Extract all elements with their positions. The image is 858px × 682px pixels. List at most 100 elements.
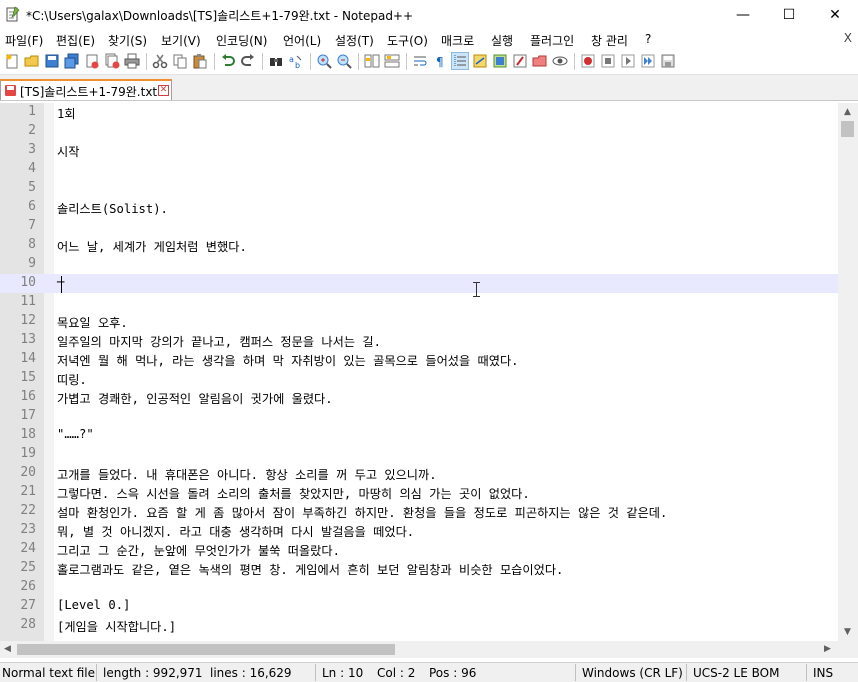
notepadpp-app-icon: [6, 6, 20, 22]
menu-encoding[interactable]: 인코딩(N): [216, 32, 267, 49]
editor-line[interactable]: 26: [0, 578, 838, 597]
tab-bar: [TS]솔리스트+1-79완.txt ✕: [0, 75, 858, 101]
menu-tools[interactable]: 도구(O): [387, 32, 428, 49]
status-eol-format[interactable]: Windows (CR LF): [582, 666, 683, 680]
editor-line[interactable]: 27 [Level 0.]: [0, 597, 838, 616]
play-macro-icon[interactable]: [620, 53, 636, 69]
editor-line[interactable]: 3 시작: [0, 141, 838, 160]
editor-line[interactable]: 8 어느 날, 세계가 게임처럼 변했다.: [0, 236, 838, 255]
tab-document[interactable]: [TS]솔리스트+1-79완.txt ✕: [0, 79, 172, 100]
menu-view[interactable]: 보기(V): [161, 32, 201, 49]
save-macro-icon[interactable]: [660, 53, 676, 69]
horizontal-scroll-thumb[interactable]: [17, 644, 395, 655]
open-file-icon[interactable]: [24, 53, 40, 69]
text-editor[interactable]: 1 1회 2 3 시작 4 5 6 솔리스트(Solist). 7 8 어느 날, 세계가 게임처럼 …: [0, 103, 838, 641]
maximize-button[interactable]: ☐: [766, 0, 812, 29]
scroll-down-icon[interactable]: ▼: [844, 627, 851, 637]
find-icon[interactable]: [268, 53, 284, 69]
stop-macro-icon[interactable]: [600, 53, 616, 69]
editor-line[interactable]: 11: [0, 293, 838, 312]
print-icon[interactable]: [124, 53, 140, 69]
editor-line[interactable]: 15 띠링.: [0, 369, 838, 388]
vertical-scroll-thumb[interactable]: [841, 121, 854, 137]
menu-run[interactable]: 실행: [491, 32, 513, 49]
scroll-left-icon[interactable]: ◀: [4, 644, 11, 654]
line-number: 25: [20, 560, 36, 575]
editor-line[interactable]: 13 일주일의 마지막 강의가 끝나고, 캠퍼스 정문을 나서는 길.: [0, 331, 838, 350]
minimize-button[interactable]: —: [720, 0, 766, 29]
editor-line[interactable]: 22 설마 환청인가. 요즘 할 게 좀 많아서 잠이 부족하긴 하지만. 환청을…: [0, 502, 838, 521]
editor-line[interactable]: 6 솔리스트(Solist).: [0, 198, 838, 217]
function-list-icon[interactable]: [512, 53, 528, 69]
editor-line[interactable]: 17: [0, 407, 838, 426]
vertical-scrollbar[interactable]: ▲ ▼: [838, 103, 858, 641]
editor-line[interactable]: 5: [0, 179, 838, 198]
menu-edit[interactable]: 편집(E): [56, 32, 95, 49]
editor-line[interactable]: 24 그리고 그 순간, 눈앞에 무엇인가가 불쑥 떠올랐다.: [0, 540, 838, 559]
menu-window[interactable]: 창 관리: [591, 32, 628, 49]
menu-macro[interactable]: 매크로: [441, 32, 474, 49]
close-all-icon[interactable]: [104, 53, 120, 69]
tab-close-icon[interactable]: ✕: [158, 85, 169, 96]
editor-line[interactable]: 18 "……?": [0, 426, 838, 445]
menu-settings[interactable]: 설정(T): [335, 32, 374, 49]
record-macro-icon[interactable]: [580, 53, 596, 69]
editor-line[interactable]: 10─: [0, 274, 838, 293]
redo-icon[interactable]: [240, 53, 256, 69]
copy-icon[interactable]: [172, 53, 188, 69]
zoom-in-icon[interactable]: [316, 53, 332, 69]
monitoring-icon[interactable]: [552, 53, 568, 69]
editor-line[interactable]: 23 뭐, 별 것 아니겠지. 라고 대충 생각하며 다시 발걸음을 떼었다.: [0, 521, 838, 540]
line-number: 13: [20, 332, 36, 347]
editor-line[interactable]: 16 가볍고 경쾌한, 인공적인 알림음이 귓가에 울렸다.: [0, 388, 838, 407]
editor-line[interactable]: 19: [0, 445, 838, 464]
save-icon[interactable]: [44, 53, 60, 69]
editor-line[interactable]: 2: [0, 122, 838, 141]
sync-horizontal-scroll-icon[interactable]: [384, 53, 400, 69]
menu-language[interactable]: 언어(L): [283, 32, 321, 49]
editor-line[interactable]: 28 [게임을 시작합니다.]: [0, 616, 838, 635]
save-all-icon[interactable]: [64, 53, 80, 69]
sync-vertical-scroll-icon[interactable]: [364, 53, 380, 69]
menu-plugins[interactable]: 플러그인: [530, 32, 574, 49]
line-text: 그리고 그 순간, 눈앞에 무엇인가가 불쑥 떠올랐다.: [57, 544, 340, 558]
editor-line[interactable]: 21 그렇다면. 스윽 시선을 돌려 소리의 출처를 찾았지만, 마땅히 의심 가…: [0, 483, 838, 502]
cut-icon[interactable]: [152, 53, 168, 69]
editor-line[interactable]: 9: [0, 255, 838, 274]
editor-line[interactable]: 4: [0, 160, 838, 179]
show-all-characters-icon[interactable]: ¶: [432, 53, 448, 69]
status-separator: [96, 664, 97, 681]
horizontal-scrollbar[interactable]: ◀ ▶: [0, 641, 838, 658]
editor-line[interactable]: 12 목요일 오후.: [0, 312, 838, 331]
editor-line[interactable]: 20 고개를 들었다. 내 휴대폰은 아니다. 항상 소리를 꺼 두고 있으니까.: [0, 464, 838, 483]
close-button[interactable]: ✕: [812, 0, 858, 29]
zoom-out-icon[interactable]: [336, 53, 352, 69]
line-text: 띠링.: [57, 373, 87, 387]
paste-icon[interactable]: [192, 53, 208, 69]
svg-text:¶: ¶: [436, 55, 444, 69]
document-map-icon[interactable]: [492, 53, 508, 69]
editor-line[interactable]: 7: [0, 217, 838, 236]
replace-icon[interactable]: ab: [288, 53, 304, 69]
user-defined-language-icon[interactable]: [472, 53, 488, 69]
new-file-icon[interactable]: [4, 53, 20, 69]
editor-line[interactable]: 14 저녁엔 뭘 해 먹나, 라는 생각을 하며 막 자취방이 있는 골목으로 들…: [0, 350, 838, 369]
status-encoding[interactable]: UCS-2 LE BOM: [693, 666, 779, 680]
status-separator: [806, 664, 807, 681]
run-macro-multiple-icon[interactable]: [640, 53, 656, 69]
indent-guide-icon[interactable]: [451, 52, 469, 70]
editor-line[interactable]: 25 홀로그램과도 같은, 옅은 녹색의 평면 창. 게임에서 흔히 보던 알림창…: [0, 559, 838, 578]
scroll-right-icon[interactable]: ▶: [824, 644, 831, 654]
toolbar-separator: [146, 53, 147, 70]
word-wrap-icon[interactable]: [412, 53, 428, 69]
undo-icon[interactable]: [220, 53, 236, 69]
folder-as-workspace-icon[interactable]: [532, 53, 548, 69]
line-text: 홀로그램과도 같은, 옅은 녹색의 평면 창. 게임에서 흔히 보던 알림창과 …: [57, 563, 564, 577]
scroll-up-icon[interactable]: ▲: [844, 107, 851, 117]
close-document-button[interactable]: X: [844, 31, 852, 45]
menu-search[interactable]: 찾기(S): [108, 32, 147, 49]
menu-file[interactable]: 파일(F): [5, 32, 43, 49]
close-file-icon[interactable]: [84, 53, 100, 69]
menu-help[interactable]: ?: [645, 32, 651, 46]
editor-line[interactable]: 1 1회: [0, 103, 838, 122]
